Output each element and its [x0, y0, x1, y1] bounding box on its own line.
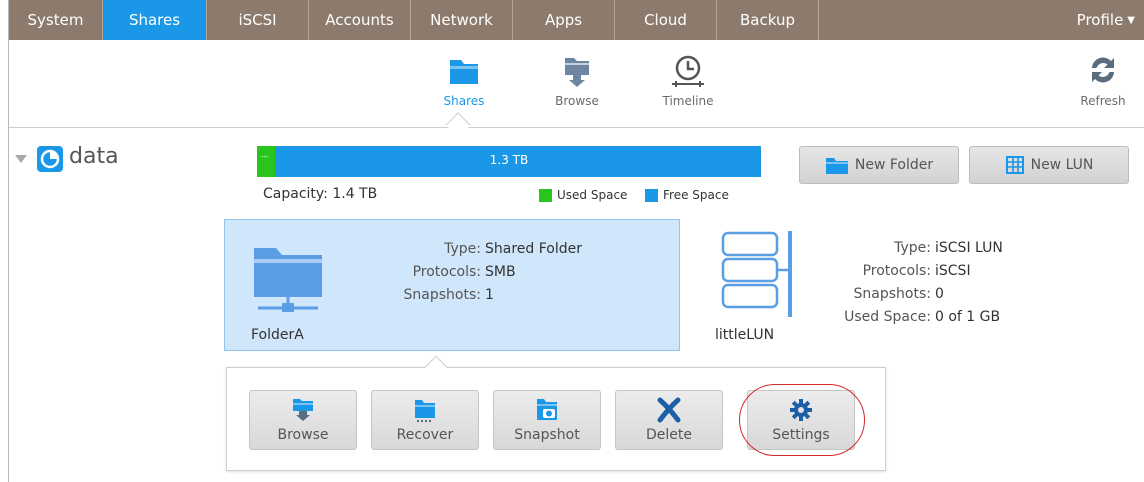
tab-system[interactable]: System [9, 0, 103, 40]
prop-type: Type: iSCSI LUN [813, 237, 1003, 260]
folder-icon [450, 60, 478, 84]
subnav-browse-label: Browse [555, 94, 599, 108]
subnav-shares-label: Shares [443, 94, 485, 108]
free-segment-label: 1.3 TB [489, 153, 529, 167]
profile-menu[interactable]: Profile ▼ [1045, 0, 1144, 40]
prop-protocols: Protocols: iSCSI [813, 260, 1003, 283]
snapshot-label: Snapshot [514, 427, 580, 443]
recover-folder-icon [415, 400, 435, 422]
legend-free-label: Free Space [663, 188, 729, 202]
new-lun-button[interactable]: New LUN [969, 146, 1129, 184]
collapse-arrow-icon[interactable] [15, 155, 27, 163]
subnav-timeline[interactable]: Timeline [653, 52, 723, 108]
prop-protocols-value: iSCSI [935, 263, 971, 279]
volume-pie-icon[interactable] [37, 146, 63, 172]
tab-backup[interactable]: Backup [717, 0, 819, 40]
prop-protocols-value: SMB [485, 264, 516, 280]
recover-button[interactable]: Recover [371, 390, 479, 450]
capacity-bar: --- 1.3 TB [257, 146, 761, 177]
profile-label: Profile [1076, 11, 1124, 29]
share-name: FolderA [251, 327, 304, 343]
legend-used-label: Used Space [557, 188, 628, 202]
prop-snapshots-key: Snapshots: [853, 286, 931, 302]
tab-shares[interactable]: Shares [103, 0, 207, 40]
tab-network[interactable]: Network [411, 0, 513, 40]
prop-snapshots-key: Snapshots: [403, 287, 481, 303]
folder-icon [825, 158, 848, 174]
action-panel: Browse Recover Snapshot Delete Settings [226, 367, 886, 471]
settings-highlight-circle [739, 384, 865, 456]
lun-grid-icon [1005, 156, 1024, 174]
share-card-littlelun[interactable]: littleLUN Type: iSCSI LUN Protocols: iSC… [715, 219, 1045, 351]
delete-button[interactable]: Delete [615, 390, 723, 450]
network-folder-icon [254, 248, 322, 312]
prop-snapshots-value: 1 [485, 287, 494, 303]
refresh-label: Refresh [1080, 94, 1126, 108]
snapshot-camera-icon [537, 399, 557, 420]
prop-protocols: Protocols: SMB [375, 261, 582, 284]
share-card-foldera[interactable]: FolderA Type: Shared Folder Protocols: S… [224, 219, 680, 351]
tab-cloud[interactable]: Cloud [615, 0, 717, 40]
prop-used-key: Used Space: [844, 309, 931, 325]
used-swatch [539, 188, 552, 202]
subnav-pointer [445, 112, 471, 138]
new-folder-button[interactable]: New Folder [799, 146, 959, 184]
capacity-text: Capacity: 1.4 TB [263, 186, 378, 202]
prop-type: Type: Shared Folder [375, 238, 582, 261]
lun-stack-icon [721, 231, 792, 317]
snapshot-button[interactable]: Snapshot [493, 390, 601, 450]
browse-button[interactable]: Browse [249, 390, 357, 450]
prop-snapshots-value: 0 [935, 286, 944, 302]
lun-properties: Type: iSCSI LUN Protocols: iSCSI Snapsho… [813, 237, 1003, 329]
volume-name: data [69, 144, 119, 169]
subnav-browse[interactable]: Browse [542, 52, 612, 108]
prop-protocols-key: Protocols: [862, 263, 931, 279]
sub-nav: Shares Browse Timeline Refresh [9, 40, 1144, 138]
prop-type-value: iSCSI LUN [935, 240, 1003, 256]
browse-folder-icon [293, 399, 313, 421]
subnav-shares[interactable]: Shares [429, 52, 499, 108]
prop-type-value: Shared Folder [485, 241, 583, 257]
refresh-button[interactable]: Refresh [1071, 52, 1135, 108]
lun-name: littleLUN [715, 327, 775, 343]
caret-down-icon: ▼ [1127, 14, 1135, 26]
delete-label: Delete [646, 427, 692, 443]
prop-type-key: Type: [444, 241, 481, 257]
new-folder-label: New Folder [854, 157, 934, 173]
browse-label: Browse [277, 427, 329, 443]
subnav-timeline-label: Timeline [662, 94, 714, 108]
legend-used: Used Space [539, 188, 627, 202]
top-nav: System Shares iSCSI Accounts Network App… [9, 0, 1144, 40]
prop-used-space: Used Space: 0 of 1 GB [813, 306, 1003, 329]
browse-folder-icon [565, 58, 589, 87]
folder-properties: Type: Shared Folder Protocols: SMB Snaps… [375, 238, 582, 307]
tab-iscsi[interactable]: iSCSI [207, 0, 309, 40]
prop-used-value: 0 of 1 GB [935, 309, 1001, 325]
tab-accounts[interactable]: Accounts [309, 0, 411, 40]
new-lun-label: New LUN [1030, 157, 1094, 173]
tab-apps[interactable]: Apps [513, 0, 615, 40]
clock-icon [672, 55, 704, 87]
prop-type-key: Type: [894, 240, 931, 256]
prop-protocols-key: Protocols: [412, 264, 481, 280]
prop-snapshots: Snapshots: 1 [375, 284, 582, 307]
app-frame: System Shares iSCSI Accounts Network App… [8, 0, 1144, 482]
free-swatch [645, 188, 658, 202]
legend-free: Free Space [645, 188, 729, 202]
delete-x-icon [657, 397, 681, 423]
prop-snapshots: Snapshots: 0 [813, 283, 1003, 306]
refresh-icon [1092, 57, 1114, 83]
recover-label: Recover [396, 427, 454, 443]
